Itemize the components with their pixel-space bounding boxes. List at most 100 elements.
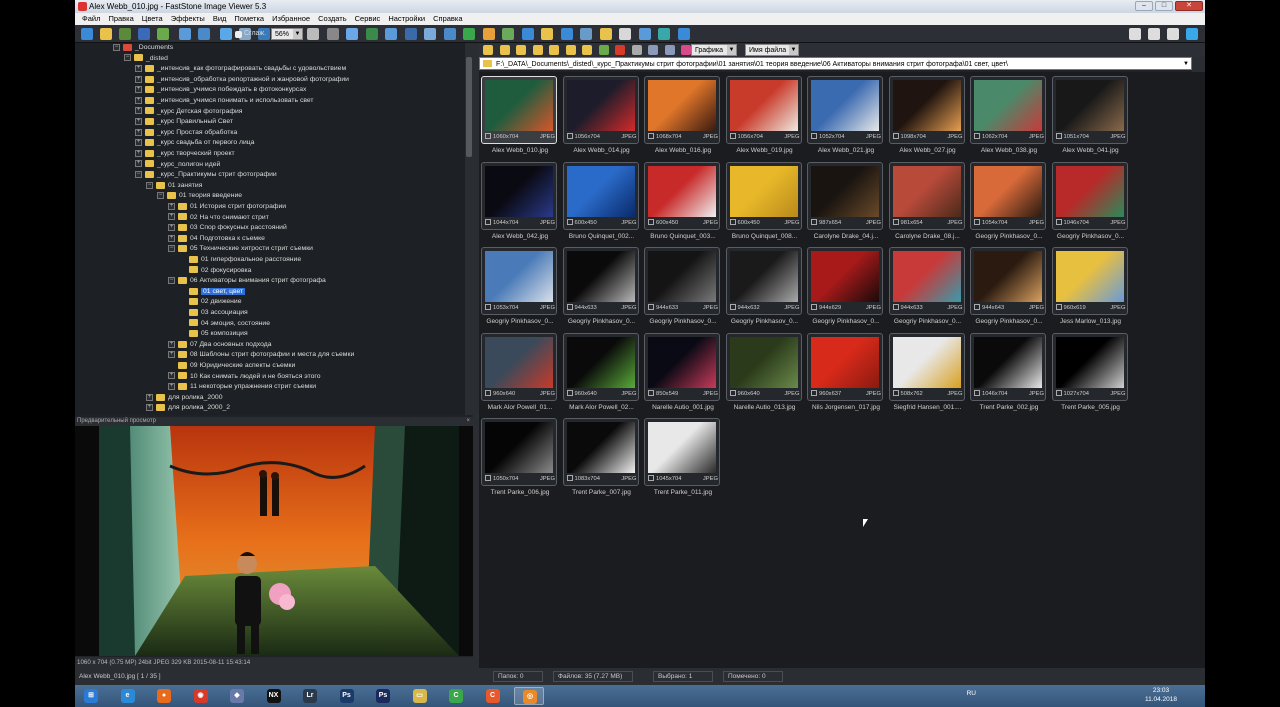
thumbnail-checkbox[interactable] [974, 389, 980, 396]
browser-tool-icon[interactable] [664, 45, 675, 55]
toolbar-tool-icon[interactable] [463, 28, 475, 40]
tree-item[interactable]: +08 Шаблоны стрит фотографии и места для… [168, 350, 354, 361]
thumbnail-checkbox[interactable] [648, 304, 654, 311]
tree-item[interactable]: + _курс свадьба от первого лица [135, 138, 254, 149]
expand-toggle[interactable]: + [168, 351, 175, 359]
tree-item[interactable]: + для ролика_2000_2 [146, 403, 230, 414]
toolbar-tool-icon[interactable] [179, 28, 191, 40]
thumbnail-checkbox[interactable] [974, 218, 980, 225]
menu-item[interactable]: Эффекты [168, 13, 210, 25]
expand-toggle[interactable]: − [168, 276, 175, 284]
taskbar-camtasia-button[interactable]: C [441, 687, 471, 705]
tree-item[interactable]: + для ролика_2000 [146, 393, 222, 404]
toolbar-tool-icon[interactable] [385, 28, 397, 40]
browser-tool-icon[interactable] [483, 45, 493, 55]
thumbnail-checkbox[interactable] [485, 475, 491, 482]
language-indicator[interactable]: RU [967, 690, 976, 697]
folder-tree-scrollbar[interactable] [465, 43, 473, 415]
toolbar-tool-icon[interactable] [482, 28, 495, 40]
expand-toggle[interactable]: + [168, 382, 175, 390]
thumbnail-checkbox[interactable] [729, 133, 736, 140]
thumbnail[interactable]: 1046x704 JPEG Trent Parke_002.jpg [970, 332, 1048, 417]
thumbnail-checkbox[interactable] [485, 389, 491, 396]
thumbnail[interactable]: 508x762 JPEG Siegfrid Hansen_001.... [888, 332, 967, 417]
toolbar-tool-icon[interactable] [157, 28, 169, 40]
menu-item[interactable]: Вид [210, 13, 232, 25]
thumbnail-checkbox[interactable] [566, 218, 573, 225]
menu-item[interactable]: Файл [79, 13, 105, 25]
thumbnail-checkbox[interactable] [729, 389, 736, 396]
view-layout-icon[interactable] [1186, 28, 1198, 40]
expand-toggle[interactable]: − [168, 245, 175, 253]
tree-item[interactable]: 05 композиция [179, 329, 248, 340]
tree-item[interactable]: + _курс творческий проект [135, 149, 235, 160]
toolbar-tool-icon[interactable] [346, 28, 358, 40]
tree-item[interactable]: + _курс Простая обработка [135, 128, 237, 139]
thumbnail[interactable]: 944x643 JPEG Geogriy Pinkhasov_0... [970, 247, 1048, 331]
tree-item[interactable]: +10 Как снимать людей и не бояться этого [168, 372, 321, 383]
expand-toggle[interactable]: + [135, 75, 142, 83]
thumbnail[interactable]: 600x450 JPEG Bruno Quinquet_003... [644, 161, 722, 246]
thumbnail-checkbox[interactable] [648, 389, 654, 396]
thumbnail[interactable]: 944x633 JPEG Geogriy Pinkhasov_0... [888, 247, 967, 331]
thumbnail[interactable]: 1056x704 JPEG Alex Webb_014.jpg [562, 76, 641, 160]
thumbnail-checkbox[interactable] [566, 475, 573, 482]
thumbnail-checkbox[interactable] [566, 389, 573, 396]
expand-toggle[interactable]: + [168, 340, 175, 348]
toolbar-tool-icon[interactable] [541, 28, 553, 40]
browser-tool-icon[interactable] [615, 45, 625, 55]
toolbar-tool-icon[interactable] [580, 28, 592, 40]
thumbnail-checkbox[interactable] [811, 218, 817, 225]
taskbar-lightroom-button[interactable]: Lr [295, 687, 325, 705]
thumbnail[interactable]: 960x640 JPEG Narelle Autio_013.jpg [725, 332, 804, 417]
tree-item[interactable]: 03 ассоциация [179, 308, 248, 319]
browser-tool-icon[interactable] [532, 45, 543, 55]
taskbar-chrome-button[interactable]: ◉ [186, 687, 216, 705]
thumbnail-checkbox[interactable] [729, 218, 736, 225]
thumbnail[interactable]: 944x632 JPEG Geogriy Pinkhasov_0... [725, 247, 804, 331]
chevron-down-icon[interactable]: ▼ [1183, 58, 1189, 71]
taskbar-app5-button[interactable]: ◆ [222, 687, 252, 705]
view-layout-icon[interactable] [1129, 28, 1141, 40]
tree-item[interactable]: − 01 теория введение [157, 191, 242, 202]
taskbar-photoshop2-button[interactable]: Ps [368, 687, 398, 705]
thumbnail-checkbox[interactable] [648, 133, 654, 140]
thumbnail[interactable]: 1060x704 JPEG Alex Webb_010.jpg [481, 76, 559, 160]
expand-toggle[interactable]: + [168, 202, 175, 210]
thumbnail[interactable]: 1045x704 JPEG Trent Parke_011.jpg [644, 418, 722, 502]
thumbnail[interactable]: 960x637 JPEG Nils Jorgensen_017.jpg [807, 332, 885, 417]
tree-item[interactable]: +04 Подготовка к съемке [168, 234, 265, 245]
menu-item[interactable]: Сервис [352, 13, 386, 25]
expand-toggle[interactable]: − [135, 170, 142, 178]
thumbnail-checkbox[interactable] [1055, 304, 1062, 311]
expand-toggle[interactable]: + [146, 393, 153, 401]
tree-item[interactable]: +07 Два основных подхода [168, 340, 271, 351]
preview-pane[interactable] [75, 426, 473, 656]
toolbar-tool-icon[interactable] [599, 28, 612, 40]
thumbnail-checkbox[interactable] [729, 304, 736, 311]
thumbnail-checkbox[interactable] [1055, 389, 1062, 396]
thumbnail[interactable]: 987x654 JPEG Carolyne Drake_04.j... [807, 161, 885, 246]
thumbnail-checkbox[interactable] [485, 304, 491, 311]
tree-item[interactable]: − _курс_Практикумы стрит фотографии [135, 170, 277, 181]
thumbnail[interactable]: 944x629 JPEG Geogriy Pinkhasov_0... [807, 247, 885, 331]
menu-item[interactable]: Создать [315, 13, 352, 25]
thumbnail-checkbox[interactable] [566, 133, 573, 140]
taskbar-photoshop-button[interactable]: Ps [332, 687, 362, 705]
expand-toggle[interactable]: + [135, 128, 142, 136]
tree-item[interactable]: − _disted [124, 54, 168, 65]
toolbar-tool-icon[interactable] [119, 28, 131, 40]
toolbar-tool-icon[interactable] [443, 28, 456, 40]
folder-tree[interactable]: − _Documents − _disted + _интенсив_как фотогр… [75, 43, 465, 415]
taskbar-firefox-button[interactable]: ● [149, 687, 179, 705]
path-field[interactable]: F:\_DATA\_Documents\_disted\_курс_Практи… [479, 57, 1192, 70]
expand-toggle[interactable]: − [146, 181, 153, 189]
tree-item[interactable]: − 01 занятия [146, 181, 202, 192]
thumbnail[interactable]: 1053x704 JPEG Geogriy Pinkhasov_0... [481, 247, 559, 331]
tree-item[interactable]: + _интенсив_как фотографировать свадьбы с… [135, 64, 346, 75]
thumbnail[interactable]: 1027x704 JPEG Trent Parke_005.jpg [1051, 332, 1130, 417]
tree-item[interactable]: +01 История стрит фотографии [168, 202, 286, 213]
thumbnail[interactable]: 944x633 JPEG Geogriy Pinkhasov_0... [562, 247, 641, 331]
tree-item[interactable]: 01 свет, цвет [179, 287, 246, 298]
menu-item[interactable]: Правка [105, 13, 138, 25]
